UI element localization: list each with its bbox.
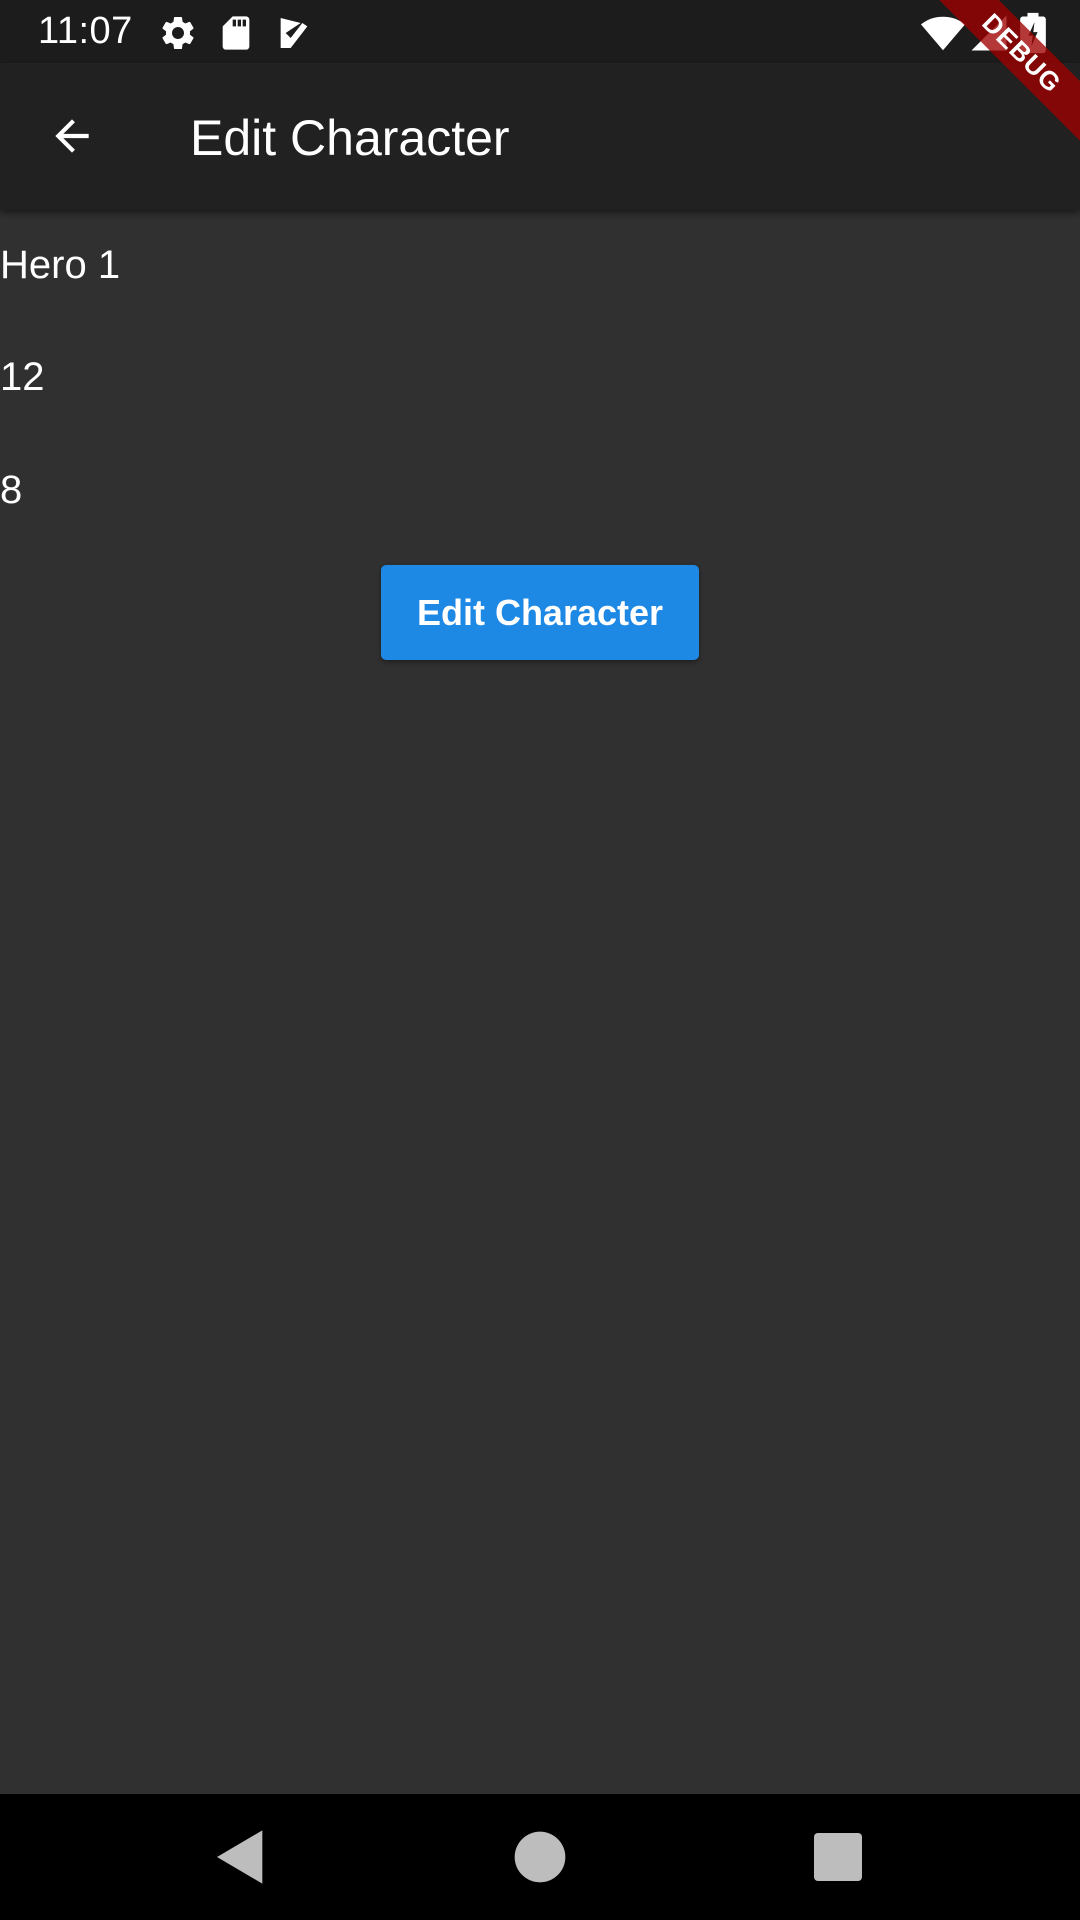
sd-card-icon [216, 13, 256, 53]
battery-charging-icon [1016, 11, 1050, 55]
back-triangle-icon [217, 1830, 263, 1884]
status-bar: 11:07 [0, 0, 1080, 63]
nav-back-button[interactable] [209, 1825, 273, 1889]
character-stat-2: 8 [0, 468, 23, 512]
arrow-back-icon [55, 119, 89, 153]
character-name: Hero 1 [0, 243, 121, 287]
nav-home-button[interactable] [508, 1825, 572, 1889]
wifi-icon [920, 10, 966, 56]
app-screen: 11:07 Edit Character DEBUG Hero 1 12 8 E… [0, 0, 1080, 1920]
app-bar: Edit Character [0, 63, 1080, 210]
gear-icon [158, 13, 198, 53]
nav-recents-button[interactable] [806, 1825, 870, 1889]
recents-square-icon [814, 1833, 862, 1881]
status-time: 11:07 [38, 10, 133, 52]
home-circle-icon [514, 1831, 566, 1883]
cell-signal-icon [968, 12, 1010, 54]
play-protect-icon [274, 13, 314, 53]
back-button[interactable] [30, 94, 114, 178]
character-stat-1: 12 [0, 355, 45, 399]
edit-character-button[interactable]: Edit Character [381, 565, 699, 660]
system-nav-bar [0, 1794, 1080, 1920]
page-title: Edit Character [190, 110, 510, 166]
